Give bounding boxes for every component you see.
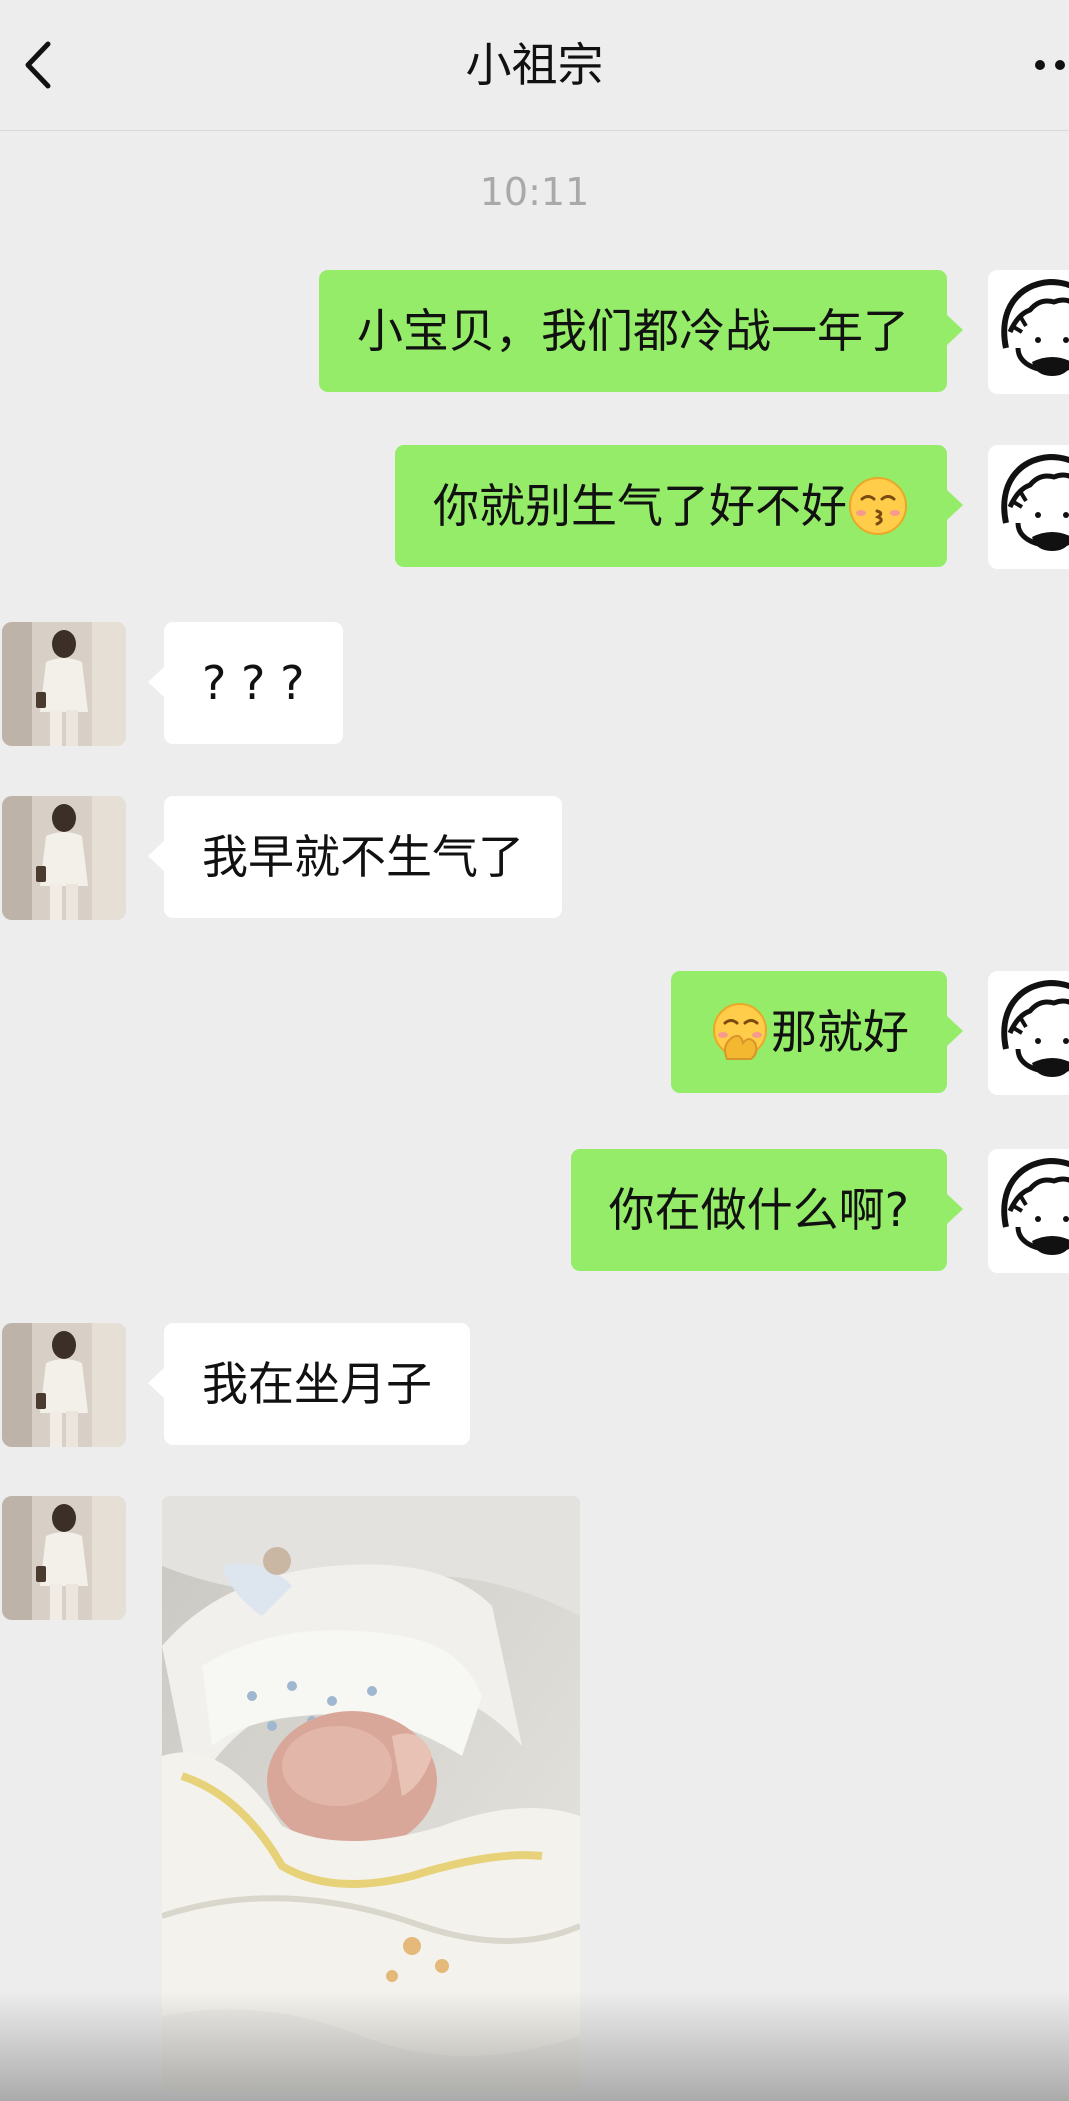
woman-photo-avatar [2, 796, 126, 920]
cartoon-face-avatar [988, 1149, 1069, 1273]
message-text: 那就好 [771, 1005, 909, 1059]
image-message[interactable] [162, 1496, 580, 2091]
chat-header: 小祖宗 [0, 0, 1069, 131]
avatar-self[interactable] [988, 971, 1069, 1095]
avatar-self[interactable] [988, 1149, 1069, 1273]
woman-photo-avatar [2, 1323, 126, 1447]
message-text: 你在做什么啊? [608, 1183, 909, 1237]
avatar-other[interactable] [2, 622, 126, 746]
kissing-face-icon [849, 476, 907, 535]
woman-photo-avatar [2, 622, 126, 746]
avatar-other[interactable] [2, 1323, 126, 1447]
chat-screen: 小祖宗 10:11 小宝贝，我们都冷战一年了 你就别生气了好不好 ? ? ? 我… [0, 0, 1069, 2101]
more-button[interactable] [1030, 40, 1069, 90]
message-timestamp: 10:11 [479, 170, 590, 214]
message-text: 我早就不生气了 [202, 830, 524, 884]
message-bubble-self[interactable]: 你在做什么啊? [570, 1149, 964, 1271]
avatar-other[interactable] [2, 1496, 126, 1620]
message-bubble-other[interactable]: 我早就不生气了 [148, 796, 562, 918]
message-text: 小宝贝，我们都冷战一年了 [357, 304, 909, 358]
message-text: ? ? ? [202, 656, 305, 710]
hand-over-mouth-face-icon [713, 1002, 767, 1060]
message-bubble-self[interactable]: 你就别生气了好不好 [395, 445, 963, 567]
avatar-other[interactable] [2, 796, 126, 920]
woman-photo-avatar [2, 1496, 126, 1620]
message-bubble-other[interactable]: 我在坐月子 [148, 1323, 470, 1445]
photo-newborn-baby [162, 1496, 580, 2091]
message-bubble-self[interactable]: 那就好 [671, 971, 963, 1093]
cartoon-face-avatar [988, 270, 1069, 394]
message-bubble-self[interactable]: 小宝贝，我们都冷战一年了 [319, 270, 963, 392]
avatar-self[interactable] [988, 445, 1069, 569]
message-text: 我在坐月子 [202, 1357, 432, 1411]
cartoon-face-avatar [988, 971, 1069, 1095]
chat-title: 小祖宗 [465, 38, 604, 92]
cartoon-face-avatar [988, 445, 1069, 569]
message-bubble-other[interactable]: ? ? ? [148, 622, 343, 744]
more-icon [1035, 60, 1065, 70]
message-text: 你就别生气了好不好 [433, 479, 847, 533]
avatar-self[interactable] [988, 270, 1069, 394]
